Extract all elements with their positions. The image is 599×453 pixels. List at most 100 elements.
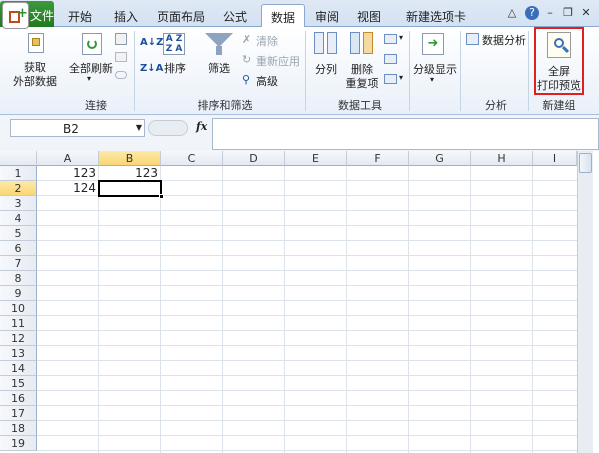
row-header-1[interactable]: 1 bbox=[0, 166, 37, 181]
data-validation-icon[interactable] bbox=[384, 34, 397, 44]
outline-dropdown-icon[interactable]: ▾ bbox=[430, 75, 434, 84]
help-icon[interactable]: ? bbox=[525, 6, 539, 20]
grid-line bbox=[37, 270, 577, 271]
tab-page-layout[interactable]: 页面布局 bbox=[152, 4, 210, 27]
vertical-scrollbar[interactable] bbox=[577, 151, 593, 453]
group-label-analysis: 分析 bbox=[485, 99, 507, 112]
restore-icon[interactable]: ❐ bbox=[561, 6, 575, 20]
grid-line bbox=[37, 375, 577, 376]
tab-insert[interactable]: 插入 bbox=[106, 4, 146, 27]
row-header-7[interactable]: 7 bbox=[0, 256, 37, 271]
column-header-h[interactable]: H bbox=[471, 151, 533, 166]
properties-icon[interactable] bbox=[115, 52, 127, 62]
active-cell-b2[interactable] bbox=[98, 180, 164, 199]
cell-a1[interactable]: 123 bbox=[37, 166, 99, 181]
close-icon[interactable]: ✕ bbox=[579, 6, 593, 20]
remove-duplicates-icon[interactable] bbox=[350, 32, 374, 56]
tab-data[interactable]: 数据 bbox=[261, 4, 305, 28]
text-to-columns-icon[interactable] bbox=[314, 32, 338, 56]
remove-duplicates-line2[interactable]: 重复项 bbox=[344, 75, 380, 91]
group-separator bbox=[134, 31, 135, 111]
row-header-9[interactable]: 9 bbox=[0, 286, 37, 301]
row-header-4[interactable]: 4 bbox=[0, 211, 37, 226]
filter-icon[interactable] bbox=[205, 33, 233, 47]
refresh-all-icon[interactable] bbox=[82, 33, 102, 55]
row-header-2[interactable]: 2 bbox=[0, 181, 37, 196]
worksheet-grid[interactable]: A B C D E F G H I 1 2 3 4 5 6 7 8 9 10 1… bbox=[0, 151, 599, 453]
sort-dialog-icon[interactable]: A ZZ A bbox=[163, 33, 185, 55]
sort-button[interactable]: 排序 bbox=[162, 60, 188, 76]
sort-az-icon[interactable]: A↓Z bbox=[140, 37, 163, 48]
row-header-19[interactable]: 19 bbox=[0, 436, 37, 451]
grid-line bbox=[37, 255, 577, 256]
ribbon-collapse-icon[interactable]: △ bbox=[505, 6, 519, 20]
row-header-17[interactable]: 17 bbox=[0, 406, 37, 421]
row-header-16[interactable]: 16 bbox=[0, 391, 37, 406]
clear-filter-button[interactable]: 清除 bbox=[256, 33, 278, 49]
row-header-10[interactable]: 10 bbox=[0, 301, 37, 316]
clear-filter-icon[interactable]: ✗ bbox=[242, 33, 251, 46]
consolidate-icon[interactable] bbox=[384, 54, 397, 64]
fullscreen-preview-line2: 打印预览 bbox=[537, 79, 581, 92]
row-header-15[interactable]: 15 bbox=[0, 376, 37, 391]
row-header-13[interactable]: 13 bbox=[0, 346, 37, 361]
fill-handle[interactable] bbox=[159, 194, 164, 199]
row-header-6[interactable]: 6 bbox=[0, 241, 37, 256]
data-validation-dropdown-icon[interactable]: ▾ bbox=[399, 33, 403, 42]
fullscreen-print-preview-button[interactable]: 全屏 打印预览 bbox=[534, 27, 584, 95]
column-header-f[interactable]: F bbox=[347, 151, 409, 166]
group-show-button[interactable]: 分级显示 bbox=[413, 61, 457, 77]
name-box[interactable]: B2 ▼ bbox=[10, 119, 145, 137]
name-box-dropdown-icon[interactable]: ▼ bbox=[136, 123, 142, 132]
row-header-12[interactable]: 12 bbox=[0, 331, 37, 346]
advanced-filter-icon[interactable]: ⚲ bbox=[242, 73, 250, 86]
row-header-18[interactable]: 18 bbox=[0, 421, 37, 436]
filter-button[interactable]: 筛选 bbox=[206, 60, 232, 76]
row-header-8[interactable]: 8 bbox=[0, 271, 37, 286]
edit-links-icon[interactable] bbox=[115, 71, 127, 79]
minimize-icon[interactable]: – bbox=[543, 6, 557, 20]
insert-function-icon[interactable]: fx bbox=[196, 120, 207, 133]
reapply-icon[interactable]: ↻ bbox=[242, 53, 251, 66]
tab-view[interactable]: 视图 bbox=[352, 4, 386, 27]
column-header-g[interactable]: G bbox=[409, 151, 471, 166]
column-header-b[interactable]: B bbox=[99, 151, 161, 166]
tab-home[interactable]: 开始 bbox=[58, 4, 102, 27]
refresh-dropdown-icon[interactable]: ▾ bbox=[84, 74, 94, 83]
connections-icon[interactable] bbox=[115, 33, 127, 45]
select-all-corner[interactable] bbox=[0, 151, 37, 166]
row-header-3[interactable]: 3 bbox=[0, 196, 37, 211]
row-header-5[interactable]: 5 bbox=[0, 226, 37, 241]
outline-icon[interactable]: ➜ bbox=[422, 33, 444, 55]
tab-new-tab[interactable]: 新建选项卡 bbox=[394, 4, 478, 27]
what-if-icon[interactable] bbox=[384, 74, 397, 84]
scrollbar-thumb[interactable] bbox=[579, 153, 592, 173]
tab-formulas[interactable]: 公式 bbox=[215, 4, 255, 27]
row-header-11[interactable]: 11 bbox=[0, 316, 37, 331]
column-header-i[interactable]: I bbox=[533, 151, 577, 166]
cell-b1[interactable]: 123 bbox=[99, 166, 161, 181]
data-analysis-button[interactable]: 数据分析 bbox=[482, 32, 526, 48]
formula-bar-expand-icon[interactable] bbox=[148, 120, 188, 136]
column-header-e[interactable]: E bbox=[285, 151, 347, 166]
what-if-dropdown-icon[interactable]: ▾ bbox=[399, 73, 403, 82]
reapply-button[interactable]: 重新应用 bbox=[256, 53, 300, 69]
column-header-a[interactable]: A bbox=[37, 151, 99, 166]
tab-review[interactable]: 审阅 bbox=[310, 4, 344, 27]
advanced-filter-button[interactable]: 高级 bbox=[256, 73, 278, 89]
text-to-columns-button[interactable]: 分列 bbox=[312, 61, 340, 77]
data-analysis-icon[interactable] bbox=[466, 33, 479, 45]
row-header-14[interactable]: 14 bbox=[0, 361, 37, 376]
grid-line bbox=[37, 360, 577, 361]
group-separator bbox=[305, 31, 306, 111]
column-header-d[interactable]: D bbox=[223, 151, 285, 166]
get-external-data-line2[interactable]: 外部数据 bbox=[8, 73, 62, 89]
grid-line bbox=[37, 240, 577, 241]
cell-a2[interactable]: 124 bbox=[37, 181, 99, 196]
get-external-data-icon[interactable] bbox=[28, 33, 44, 53]
sort-za-icon[interactable]: Z↓A bbox=[140, 63, 163, 74]
column-header-c[interactable]: C bbox=[161, 151, 223, 166]
group-separator bbox=[528, 31, 529, 111]
grid-line bbox=[37, 300, 577, 301]
formula-input[interactable] bbox=[212, 118, 599, 150]
